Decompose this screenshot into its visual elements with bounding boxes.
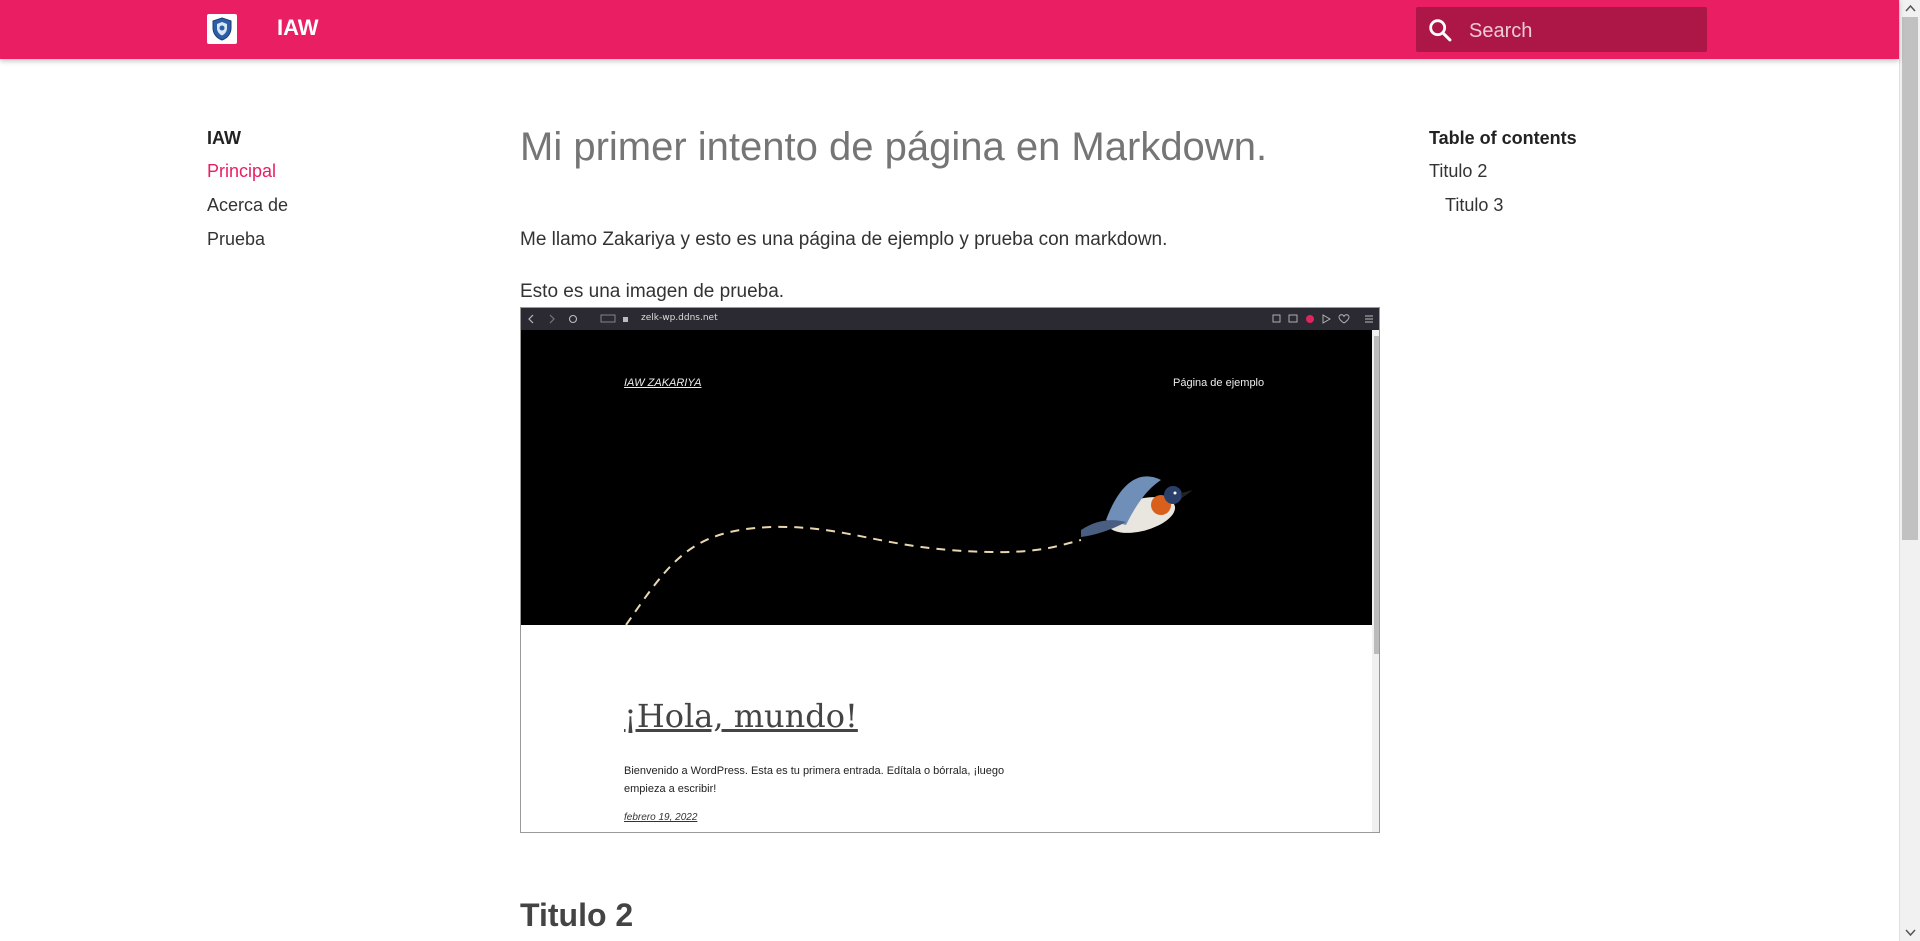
- scroll-up-arrow-icon[interactable]: [1900, 0, 1920, 17]
- section-heading-titulo-2: Titulo 2: [520, 897, 634, 933]
- site-logo[interactable]: [207, 14, 237, 44]
- search-icon: [1429, 19, 1452, 42]
- top-header: IAW Search: [0, 0, 1899, 59]
- intro-paragraph: Me llamo Zakariya y esto es una página d…: [520, 229, 1168, 250]
- search-input[interactable]: Search: [1469, 19, 1532, 43]
- toc-title: Table of contents: [1429, 128, 1577, 148]
- embedded-scrollbar: [1372, 330, 1379, 832]
- embedded-scrollbar-thumb: [1374, 336, 1379, 654]
- scrollbar-thumb[interactable]: [1902, 17, 1918, 540]
- embedded-menu-link: Página de ejemplo: [1173, 377, 1265, 389]
- page-title: Mi primer intento de página en Markdown.: [520, 125, 1268, 169]
- nav-item-prueba[interactable]: Prueba: [207, 227, 265, 251]
- nav-title: IAW: [207, 128, 241, 148]
- scroll-down-arrow-icon[interactable]: [1900, 924, 1920, 941]
- page-scrollbar[interactable]: [1899, 0, 1920, 941]
- embedded-hero-banner: IAW ZAKARIYA Página de ejemplo: [521, 330, 1372, 626]
- example-screenshot-image: zelk-wp.ddns.net IAW ZAKARIYA Página de …: [520, 307, 1380, 833]
- image-caption-paragraph: Esto es una imagen de prueba.: [520, 281, 785, 302]
- embedded-post-title: ¡Hola, mundo!: [624, 697, 858, 735]
- toc-item-titulo-2[interactable]: Titulo 2: [1429, 159, 1487, 183]
- shield-logo-icon: [212, 17, 232, 41]
- embedded-browser-toolbar: zelk-wp.ddns.net: [521, 308, 1379, 330]
- bird-illustration: [625, 476, 1193, 626]
- nav-item-principal[interactable]: Principal: [207, 159, 276, 183]
- nav-item-acerca-de[interactable]: Acerca de: [207, 193, 288, 217]
- search-box[interactable]: Search: [1416, 7, 1707, 52]
- toc-item-titulo-3[interactable]: Titulo 3: [1445, 193, 1503, 217]
- site-title[interactable]: IAW: [277, 14, 319, 42]
- embedded-url-bar: zelk-wp.ddns.net: [641, 313, 718, 323]
- embedded-site-name: IAW ZAKARIYA: [624, 377, 702, 389]
- embedded-post-body: Bienvenido a WordPress. Esta es tu prime…: [624, 765, 1005, 795]
- embedded-post-date: febrero 19, 2022: [624, 812, 698, 823]
